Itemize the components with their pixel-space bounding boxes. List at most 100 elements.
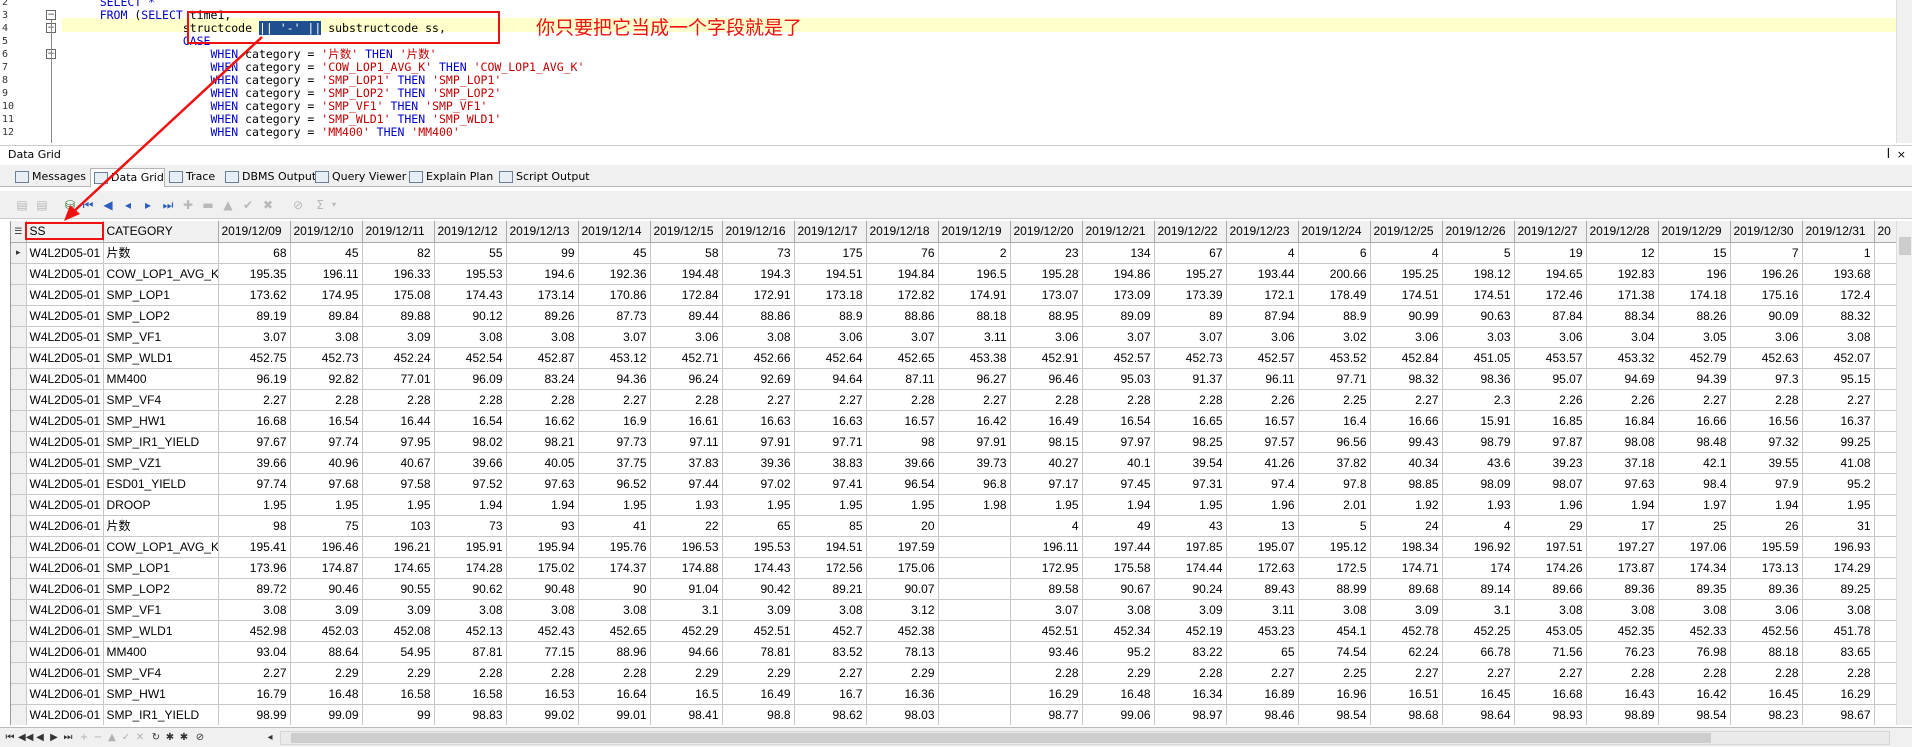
table-row[interactable]: W4L2D05-01 SMP_LOP1 173.62 174.95 175.08 174.…	[11, 284, 1896, 306]
table-cell[interactable]: 31	[1802, 515, 1875, 537]
scroll-thumb[interactable]	[1899, 237, 1911, 255]
table-cell[interactable]: 91.04	[650, 578, 723, 600]
table-cell[interactable]: 38.83	[794, 452, 867, 474]
tab-data-grid[interactable]: Data Grid	[90, 168, 165, 187]
table-cell[interactable]: 97.95	[362, 431, 435, 453]
table-cell[interactable]: W4L2D05-01	[26, 284, 104, 306]
table-cell[interactable]: 73	[434, 515, 507, 537]
data-grid[interactable]: ☰ SS CATEGORY 2019/12/09 2019/12/10 2019/12/1…	[10, 221, 1896, 725]
table-cell[interactable]: 452.84	[1370, 347, 1443, 369]
table-cell[interactable]: 94.36	[578, 368, 651, 390]
chevron-down-icon[interactable]: ▾	[326, 197, 342, 213]
table-cell[interactable]: 174.43	[434, 284, 507, 306]
table-cell[interactable]: 1.95	[722, 494, 795, 516]
table-cell[interactable]: 175.58	[1082, 557, 1155, 579]
table-cell[interactable]: 94.39	[1658, 368, 1731, 390]
table-cell[interactable]: 88.9	[1298, 305, 1371, 327]
table-cell[interactable]: 196.92	[1442, 536, 1515, 558]
table-cell[interactable]: W4L2D06-01	[26, 641, 104, 663]
table-cell[interactable]: 174.51	[1442, 284, 1515, 306]
table-cell[interactable]: 16.49	[1010, 410, 1083, 432]
table-cell[interactable]: 97.91	[938, 431, 1011, 453]
table-cell[interactable]: 452.51	[1010, 620, 1083, 642]
table-cell[interactable]: 96.52	[578, 473, 651, 495]
table-cell[interactable]: 195.35	[218, 263, 291, 285]
table-cell[interactable]: 90.07	[866, 578, 939, 600]
table-cell[interactable]: 172.84	[650, 284, 723, 306]
table-row[interactable]: W4L2D05-01 SMP_VF1 3.07 3.08 3.09 3.08 3.08 3.0…	[11, 326, 1896, 348]
table-cell[interactable]: 89.66	[1514, 578, 1587, 600]
table-row[interactable]: W4L2D05-01 ESD01_YIELD 97.74 97.68 97.58 97.5…	[11, 473, 1896, 495]
table-cell[interactable]: 2.27	[1514, 662, 1587, 684]
table-cell[interactable]: 1.95	[866, 494, 939, 516]
table-cell[interactable]: 49	[1082, 515, 1155, 537]
table-cell[interactable]	[1874, 431, 1896, 453]
table-cell[interactable]: 2.28	[362, 389, 435, 411]
table-cell[interactable]: 452.38	[866, 620, 939, 642]
table-cell[interactable]	[1874, 599, 1896, 621]
table-cell[interactable]	[938, 515, 1011, 537]
table-cell[interactable]: 2.27	[1370, 389, 1443, 411]
table-cell[interactable]: 13	[1226, 515, 1299, 537]
table-cell[interactable]: 2.26	[1226, 389, 1299, 411]
table-cell[interactable]: 134	[1082, 242, 1155, 264]
table-cell[interactable]: 2	[938, 242, 1011, 264]
table-cell[interactable]: 89.72	[218, 578, 291, 600]
table-cell[interactable]: 3.02	[1298, 326, 1371, 348]
table-cell[interactable]: 16.51	[1370, 683, 1443, 705]
table-cell[interactable]: 452.24	[362, 347, 435, 369]
table-cell[interactable]: 37.82	[1298, 452, 1371, 474]
table-cell[interactable]: SMP_LOP1	[103, 557, 219, 579]
table-cell[interactable]: 90.42	[722, 578, 795, 600]
table-cell[interactable]: 98.32	[1370, 368, 1443, 390]
table-cell[interactable]: 2.25	[1298, 389, 1371, 411]
table-cell[interactable]: 2.27	[1658, 389, 1731, 411]
table-cell[interactable]: 45	[290, 242, 363, 264]
table-cell[interactable]: 3.03	[1442, 326, 1515, 348]
table-cell[interactable]: 174.29	[1802, 557, 1875, 579]
table-cell[interactable]: 77.01	[362, 368, 435, 390]
table-cell[interactable]: 89.09	[1082, 305, 1155, 327]
table-cell[interactable]: 25	[1658, 515, 1731, 537]
table-cell[interactable]: 89.36	[1586, 578, 1659, 600]
table-cell[interactable]: 40.1	[1082, 452, 1155, 474]
table-cell[interactable]: 98	[866, 431, 939, 453]
table-cell[interactable]: 98.02	[434, 431, 507, 453]
table-cell[interactable]: 88.96	[578, 641, 651, 663]
table-cell[interactable]: 26	[1730, 515, 1803, 537]
table-cell[interactable]: 174.18	[1658, 284, 1731, 306]
table-cell[interactable]: 452.79	[1658, 347, 1731, 369]
table-cell[interactable]: 173.87	[1586, 557, 1659, 579]
table-cell[interactable]: 3.04	[1586, 326, 1659, 348]
table-cell[interactable]: 98.77	[1010, 704, 1083, 725]
table-cell[interactable]: 2.27	[578, 389, 651, 411]
table-cell[interactable]: 2.28	[1802, 662, 1875, 684]
table-cell[interactable]: 173.09	[1082, 284, 1155, 306]
save-icon[interactable]: ▤	[14, 197, 30, 213]
table-cell[interactable]: 16.37	[1802, 410, 1875, 432]
column-header[interactable]: 2019/12/26	[1442, 221, 1515, 243]
table-cell[interactable]: 195.91	[434, 536, 507, 558]
table-cell[interactable]: 16.34	[1154, 683, 1227, 705]
table-cell[interactable]: 93.04	[218, 641, 291, 663]
table-cell[interactable]: 98.25	[1154, 431, 1227, 453]
table-cell[interactable]: 173.39	[1154, 284, 1227, 306]
table-cell[interactable]: 452.78	[1370, 620, 1443, 642]
table-row[interactable]: W4L2D05-01 MM400 96.19 92.82 77.01 96.09 83.24…	[11, 368, 1896, 390]
table-cell[interactable]: W4L2D05-01	[26, 347, 104, 369]
table-cell[interactable]: 17	[1586, 515, 1659, 537]
table-cell[interactable]: 98.99	[218, 704, 291, 725]
table-cell[interactable]	[1874, 452, 1896, 474]
table-cell[interactable]: 3.07	[218, 326, 291, 348]
table-cell[interactable]: 98.79	[1442, 431, 1515, 453]
table-cell[interactable]: 453.57	[1514, 347, 1587, 369]
table-cell[interactable]: 55	[434, 242, 507, 264]
table-cell[interactable]: 73	[722, 242, 795, 264]
table-cell[interactable]: 5	[1442, 242, 1515, 264]
table-cell[interactable]: 3.06	[1730, 326, 1803, 348]
table-cell[interactable]: 3.06	[1010, 326, 1083, 348]
delete-icon[interactable]: −	[92, 731, 104, 745]
table-cell[interactable]: 89.25	[1802, 578, 1875, 600]
table-cell[interactable]: 95.03	[1082, 368, 1155, 390]
table-cell[interactable]: 16.42	[1658, 683, 1731, 705]
